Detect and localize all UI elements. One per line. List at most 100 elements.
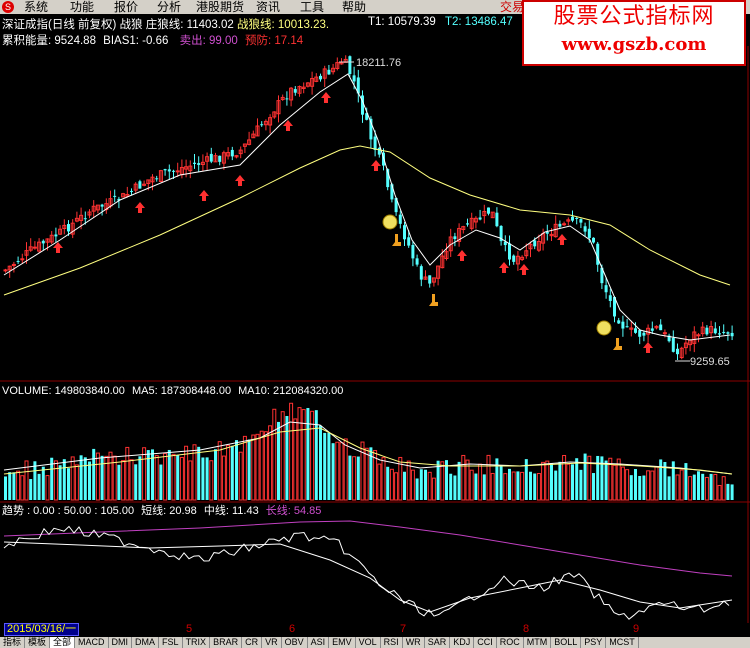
tab-mtm[interactable]: MTM <box>524 637 552 648</box>
volume-bar-down <box>508 468 511 500</box>
candle-body-up <box>457 227 462 242</box>
candle-body-up <box>184 166 189 170</box>
candle-body-up <box>28 246 33 251</box>
tab-macd[interactable]: MACD <box>75 637 109 648</box>
tab-wr[interactable]: WR <box>403 637 425 648</box>
tab-cci[interactable]: CCI <box>474 637 497 648</box>
tab-dmi[interactable]: DMI <box>109 637 133 648</box>
volume-bar-up <box>24 460 29 501</box>
candle-body-up <box>469 217 474 229</box>
volume-bar-down <box>533 473 537 500</box>
tab-全部[interactable]: 全部 <box>50 637 76 648</box>
menu-item-info[interactable]: 资讯 <box>256 0 280 14</box>
volume-bar-up <box>335 441 340 501</box>
menu-item-quote[interactable]: 报价 <box>114 0 138 14</box>
tab-模板[interactable]: 模板 <box>25 637 51 648</box>
menu-item-tools[interactable]: 工具 <box>300 0 324 14</box>
candle-body-down <box>592 237 595 243</box>
buy-arrow-icon <box>283 120 293 131</box>
candle-body-down <box>230 149 234 157</box>
volume-bar-up <box>339 442 344 501</box>
candle-body-up <box>692 331 697 344</box>
volume-bar-up <box>646 470 651 501</box>
candle-body-down <box>713 328 717 334</box>
volume-bar-up <box>620 466 625 501</box>
smiley-icon <box>382 214 398 230</box>
volume-bar-down <box>659 459 663 500</box>
candle-body-up <box>314 76 319 82</box>
menu-item-analysis[interactable]: 分析 <box>157 0 181 14</box>
tab-vol[interactable]: VOL <box>356 637 381 648</box>
moving-average-lines <box>3 73 731 341</box>
candle-body-up <box>158 170 163 182</box>
tab-cr[interactable]: CR <box>242 637 263 648</box>
volume-bar-down <box>230 445 234 500</box>
high-price-label: 18211.76 <box>356 57 401 69</box>
low-price-label: 9259.65 <box>690 356 730 368</box>
menu-item-system[interactable]: 系统 <box>24 0 48 14</box>
menu-item-trade[interactable]: 交易 <box>500 0 524 14</box>
short-ma-line <box>3 73 731 341</box>
candle-body-down <box>608 295 612 301</box>
tab-fsl[interactable]: FSL <box>159 637 183 648</box>
candle-body-up <box>276 100 281 115</box>
menu-item-hk-futures[interactable]: 港股期货 <box>196 0 244 14</box>
tab-sar[interactable]: SAR <box>425 637 451 648</box>
candle-body-up <box>629 327 634 330</box>
volume-bar-down <box>474 473 478 500</box>
volume-bar-up <box>364 447 369 501</box>
volume-bar-up <box>163 452 168 501</box>
candle-body-down <box>394 198 398 213</box>
tab-mcst[interactable]: MCST <box>606 637 639 648</box>
candle-body-down <box>403 225 406 240</box>
volume-bar-down <box>709 473 713 500</box>
tab-vr[interactable]: VR <box>262 637 282 648</box>
volume-bar-down <box>596 455 600 500</box>
volume-bar-down <box>457 461 461 500</box>
volume-bar-down <box>201 457 205 500</box>
tab-trix[interactable]: TRIX <box>183 637 211 648</box>
tab-emv[interactable]: EMV <box>329 637 356 648</box>
candle-body-up <box>234 155 239 158</box>
candle-body-up <box>679 347 684 359</box>
volume-bar-down <box>726 483 730 500</box>
tab-asi[interactable]: ASI <box>308 637 330 648</box>
volume-bar-up <box>20 475 25 501</box>
mid-line <box>3 541 733 613</box>
volume-bar-down <box>197 446 201 500</box>
tab-roc[interactable]: ROC <box>497 637 524 648</box>
candle-body-up <box>200 161 205 165</box>
volume-bar-down <box>319 425 322 500</box>
tab-dma[interactable]: DMA <box>132 637 160 648</box>
volume-bar-down <box>571 464 574 500</box>
kline-chart[interactable]: 18211.76 9259.65 VOLUME: 149803840.00 MA… <box>0 0 750 623</box>
candle-body-down <box>487 207 490 214</box>
candle-body-up <box>91 205 96 212</box>
volume-bar-up <box>427 471 432 501</box>
tab-brar[interactable]: BRAR <box>210 637 243 648</box>
tab-kdj[interactable]: KDJ <box>450 637 475 648</box>
month-tick-8: 8 <box>523 623 530 635</box>
candle-body-up <box>536 241 541 251</box>
candle-body-down <box>545 232 549 234</box>
tab-boll[interactable]: BOLL <box>551 637 582 648</box>
tab-psy[interactable]: PSY <box>581 637 607 648</box>
trend-header: 趋势 : 0.00 : 50.00 : 105.00 短线: 20.98 中线:… <box>2 503 321 517</box>
menu-item-function[interactable]: 功能 <box>70 0 94 14</box>
tab-指标[interactable]: 指标 <box>0 637 26 648</box>
candle-body-down <box>503 241 507 246</box>
price-header-2: 累积能量: 9524.88 BIAS1: -0.66 卖出: 99.00 预防:… <box>2 32 303 48</box>
tab-obv[interactable]: OBV <box>282 637 308 648</box>
volume-bar-down <box>8 472 12 500</box>
volume-bar-down <box>369 447 373 500</box>
candle-body-down <box>41 240 45 244</box>
candle-body-down <box>319 75 322 80</box>
candle-body-up <box>444 251 449 259</box>
menu-item-help[interactable]: 帮助 <box>342 0 366 14</box>
app-logo-icon[interactable]: S <box>2 1 14 13</box>
volume-bar-up <box>112 455 117 501</box>
volume-bar-up <box>301 409 306 501</box>
volume-bar-up <box>70 456 75 501</box>
tab-rsi[interactable]: RSI <box>381 637 403 648</box>
volume-value: VOLUME: 149803840.00 <box>2 385 125 397</box>
